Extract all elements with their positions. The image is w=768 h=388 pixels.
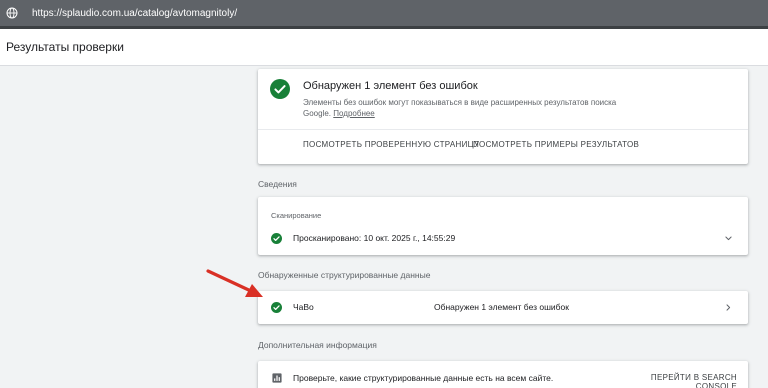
result-description: Элементы без ошибок могут показываться в…	[303, 97, 623, 119]
crawl-title: Сканирование	[271, 211, 322, 220]
additional-info-text: Проверьте, какие структурированные данны…	[293, 373, 554, 383]
success-check-icon	[270, 79, 290, 99]
open-search-console-button[interactable]: ПЕРЕЙТИ В SEARCH CONSOLE	[623, 373, 737, 388]
chevron-right-icon[interactable]	[724, 303, 733, 312]
url-text[interactable]: https://splaudio.com.ua/catalog/avtomagn…	[32, 8, 237, 19]
view-tested-page-button[interactable]: ПОСМОТРЕТЬ ПРОВЕРЕННУЮ СТРАНИЦУ	[303, 140, 479, 149]
crawl-card[interactable]: Сканирование Просканировано: 10 окт. 202…	[258, 197, 748, 255]
result-title: Обнаружен 1 элемент без ошибок	[303, 80, 478, 92]
details-section-label: Сведения	[258, 179, 297, 189]
card-divider	[258, 129, 748, 130]
annotation-arrow	[206, 269, 263, 297]
structured-data-item-faq[interactable]: ЧаВо Обнаружен 1 элемент без ошибок	[258, 291, 748, 324]
view-result-examples-button[interactable]: ПОСМОТРЕТЬ ПРИМЕРЫ РЕЗУЛЬТАТОВ	[473, 140, 639, 149]
crawl-status: Просканировано: 10 окт. 2025 г., 14:55:2…	[293, 233, 456, 243]
crawl-success-icon	[271, 233, 282, 244]
additional-info-section-label: Дополнительная информация	[258, 340, 377, 350]
result-summary-card: Обнаружен 1 элемент без ошибок Элементы …	[258, 69, 748, 164]
page-header: Результаты проверки	[0, 29, 768, 66]
faq-success-icon	[271, 302, 282, 313]
additional-info-card: Проверьте, какие структурированные данны…	[258, 361, 748, 388]
chevron-down-icon[interactable]	[724, 234, 733, 243]
bar-chart-icon	[272, 373, 282, 383]
learn-more-link[interactable]: Подробнее	[333, 109, 375, 118]
structured-item-name: ЧаВо	[293, 302, 314, 312]
structured-data-section-label: Обнаруженные структурированные данные	[258, 270, 431, 280]
globe-icon	[6, 7, 18, 19]
browser-url-bar[interactable]: https://splaudio.com.ua/catalog/avtomagn…	[0, 0, 768, 26]
page-title: Результаты проверки	[6, 40, 124, 54]
structured-item-status: Обнаружен 1 элемент без ошибок	[434, 302, 569, 312]
